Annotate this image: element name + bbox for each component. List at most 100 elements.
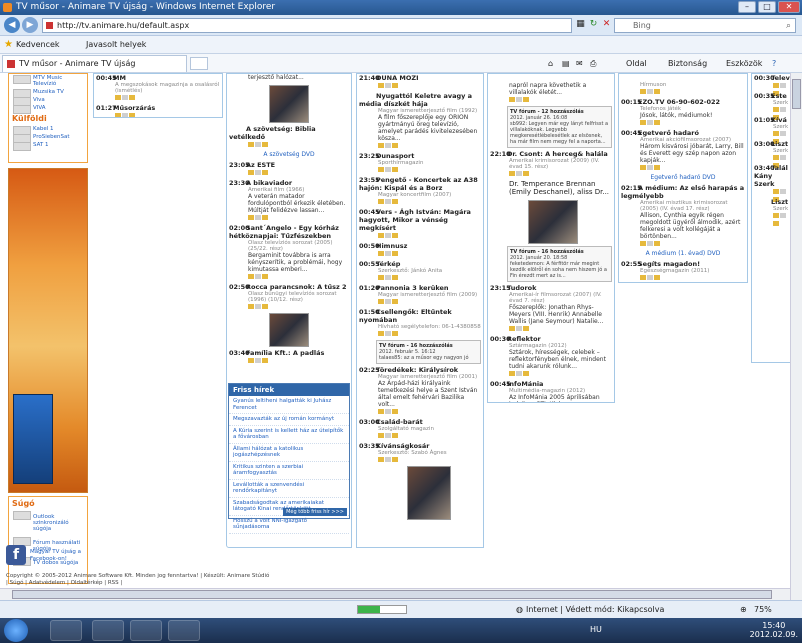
- calendar-icon[interactable]: [385, 457, 391, 462]
- feeds-icon[interactable]: ▤: [562, 54, 570, 73]
- reminder-icon[interactable]: [378, 433, 384, 438]
- search-icon[interactable]: ⌕: [786, 20, 791, 33]
- reminder-icon[interactable]: [773, 83, 779, 88]
- folder-taskbar-icon[interactable]: [168, 620, 200, 641]
- new-tab-button[interactable]: [190, 57, 208, 70]
- favorite-icon[interactable]: [392, 457, 398, 462]
- reminder-icon[interactable]: [509, 97, 515, 102]
- help-link[interactable]: Outlook szinkronizáló súgója: [9, 510, 87, 536]
- horizontal-scroll-thumb[interactable]: [12, 590, 772, 599]
- reminder-icon[interactable]: [378, 233, 384, 238]
- foreign-channel-link[interactable]: SAT 1: [9, 141, 87, 151]
- channel-link[interactable]: Muzsika TV: [9, 88, 87, 98]
- home-icon[interactable]: ⌂: [548, 54, 553, 73]
- calendar-icon[interactable]: [780, 213, 786, 218]
- favorite-icon[interactable]: [654, 89, 660, 94]
- favorite-icon[interactable]: [773, 221, 779, 226]
- favorite-icon[interactable]: [129, 95, 135, 100]
- calendar-icon[interactable]: [255, 142, 261, 147]
- program-item[interactable]: 23:30A bikaviador Amerikai film (1966) A v…: [227, 179, 351, 220]
- reminder-icon[interactable]: [378, 275, 384, 280]
- close-button[interactable]: ✕: [778, 1, 800, 13]
- calendar-icon[interactable]: [385, 433, 391, 438]
- news-item[interactable]: Megszavazták az új román kormányt: [229, 414, 349, 426]
- reminder-icon[interactable]: [115, 95, 121, 100]
- program-title[interactable]: Család-barát: [376, 418, 423, 426]
- favorite-icon[interactable]: [523, 171, 529, 176]
- calendar-icon[interactable]: [255, 304, 261, 309]
- reminder-icon[interactable]: [378, 251, 384, 256]
- program-item[interactable]: 21:40DUNA MOZI: [357, 74, 483, 88]
- program-title[interactable]: Egetverő hadaró: [638, 129, 699, 137]
- program-title[interactable]: Este: [771, 92, 787, 100]
- program-item[interactable]: Hírmuson: [619, 74, 747, 94]
- channel-link[interactable]: MTV Music Televízió: [9, 74, 87, 88]
- program-title[interactable]: Dr. Csont: A herceg& halála: [507, 150, 608, 158]
- program-title[interactable]: Rocca parancsnok: A tűsz 2: [246, 283, 347, 291]
- reminder-icon[interactable]: [509, 371, 515, 376]
- program-item[interactable]: 23:25Dunasport Sporthírmagazin: [357, 152, 483, 172]
- program-title[interactable]: Himnusz: [376, 242, 407, 250]
- reminder-icon[interactable]: [773, 213, 779, 218]
- favorite-icon[interactable]: [654, 275, 660, 280]
- program-item[interactable]: 03:40Talál Kány Szerk: [752, 164, 790, 202]
- zoom-level[interactable]: 75%: [754, 601, 772, 619]
- program-item[interactable]: 01:27Műsorzárás: [94, 104, 222, 117]
- reminder-icon[interactable]: [115, 113, 121, 117]
- ie-taskbar-icon[interactable]: [50, 620, 82, 641]
- foreign-channel-link[interactable]: ProSiebenSat: [9, 133, 87, 143]
- program-item[interactable]: 00:30Reflektor Sztármagazin (2012) Sztárok…: [488, 335, 614, 376]
- lion-king-ad[interactable]: [8, 168, 88, 493]
- calendar-icon[interactable]: [385, 199, 391, 204]
- security-zone[interactable]: Internet | Védett mód: Kikapcsolva: [526, 601, 664, 619]
- calendar-icon[interactable]: [780, 107, 786, 112]
- calendar-icon[interactable]: [255, 215, 261, 220]
- favorite-icon[interactable]: [262, 215, 268, 220]
- program-title[interactable]: InfoMánia: [507, 380, 543, 388]
- favorite-icon[interactable]: [262, 170, 268, 175]
- program-item[interactable]: 02:25Töredékek: Királysírok Magyar ismere…: [357, 366, 483, 414]
- program-title[interactable]: Telev: [771, 74, 790, 82]
- program-item[interactable]: 23:05Az ESTE: [227, 161, 351, 175]
- reminder-icon[interactable]: [378, 331, 384, 336]
- program-title[interactable]: Segíts magadon!: [638, 260, 700, 268]
- mail-icon[interactable]: ✉: [576, 54, 583, 73]
- page-menu[interactable]: Oldal: [626, 54, 647, 73]
- channel-link[interactable]: VIVA: [9, 104, 87, 114]
- favorite-icon[interactable]: [392, 233, 398, 238]
- favorite-icon[interactable]: [392, 167, 398, 172]
- calendar-icon[interactable]: [647, 89, 653, 94]
- program-title[interactable]: Kívánságkosár: [376, 442, 430, 450]
- calendar-icon[interactable]: [647, 241, 653, 246]
- clock[interactable]: 15:40 2012.02.09.: [750, 621, 798, 639]
- program-title[interactable]: Vers - Ágh István: Magára hagyott, Mikor…: [359, 208, 471, 232]
- reminder-icon[interactable]: [640, 165, 646, 170]
- favorite-icon[interactable]: [392, 143, 398, 148]
- program-title[interactable]: MM: [113, 74, 126, 82]
- calendar-icon[interactable]: [647, 275, 653, 280]
- calendar-icon[interactable]: [780, 155, 786, 160]
- reminder-icon[interactable]: [248, 358, 254, 363]
- calendar-icon[interactable]: [780, 131, 786, 136]
- favorite-icon[interactable]: [129, 113, 135, 117]
- calendar-icon[interactable]: [122, 95, 128, 100]
- program-title[interactable]: Reflektor: [507, 335, 541, 343]
- news-item[interactable]: Levállották a szenvendési rendőrkapitány…: [229, 480, 349, 498]
- reminder-icon[interactable]: [773, 155, 779, 160]
- program-item[interactable]: 03:00Család-barát Szolgáltató magazin: [357, 418, 483, 438]
- program-item[interactable]: 00:55Térkép Szerkesztő: Jánkó Anita: [357, 260, 483, 280]
- favorite-icon[interactable]: [523, 326, 529, 331]
- program-item[interactable]: 00:45Vers - Ágh István: Magára hagyott, …: [357, 208, 483, 238]
- program-item[interactable]: 02:55Segíts magadon! Egészségmagazin (201…: [619, 260, 747, 280]
- news-item[interactable]: A Kúria szerint is kellett ház az úteipí…: [229, 426, 349, 444]
- reminder-icon[interactable]: [509, 326, 515, 331]
- reminder-icon[interactable]: [640, 89, 646, 94]
- news-more-link[interactable]: Még több friss hír >>>: [283, 508, 347, 516]
- stop-icon[interactable]: ✕: [600, 18, 613, 31]
- reminder-icon[interactable]: [248, 170, 254, 175]
- calendar-icon[interactable]: [385, 275, 391, 280]
- program-title[interactable]: EZO.TV 06-90-602-022: [638, 98, 720, 106]
- reminder-icon[interactable]: [378, 83, 384, 88]
- program-item[interactable]: 00:45MM A megszokások magazinja a osalásr…: [94, 74, 222, 100]
- program-item[interactable]: 00:35Este Szerk: [752, 92, 790, 120]
